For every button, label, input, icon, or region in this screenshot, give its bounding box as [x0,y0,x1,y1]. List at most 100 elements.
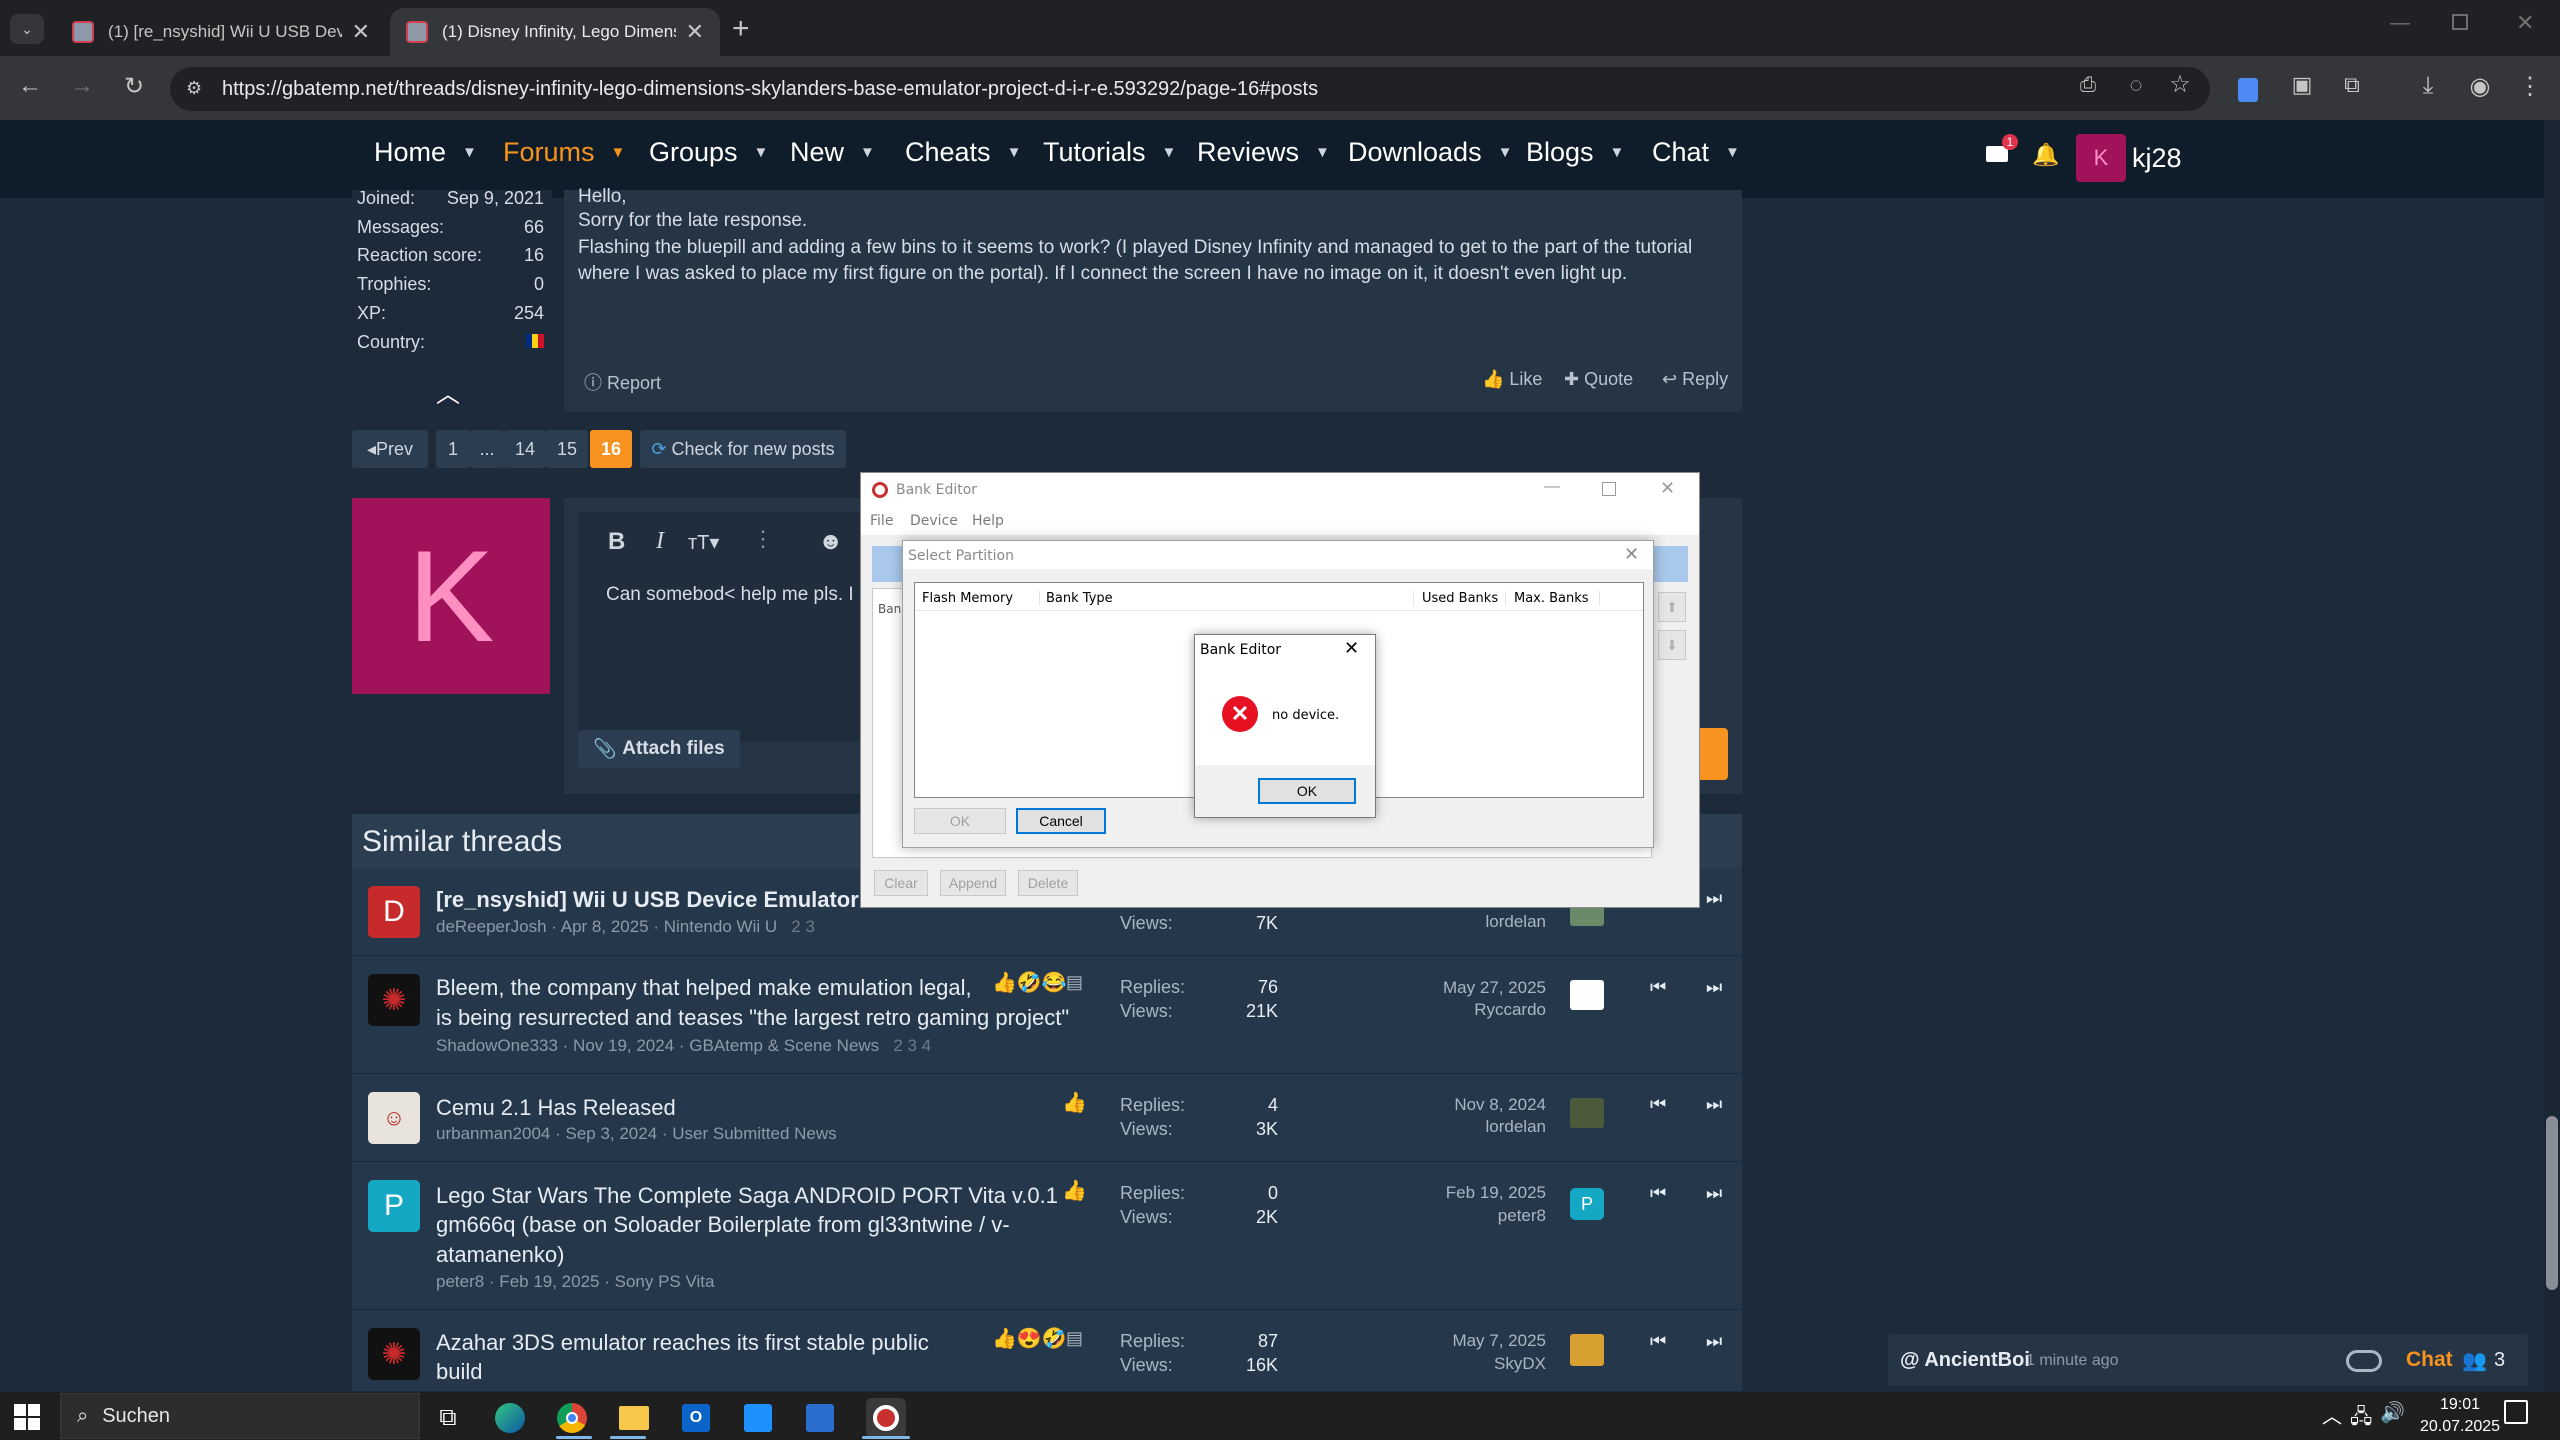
nav-home[interactable]: Home ▼ [374,137,477,168]
page-15[interactable]: 15 [546,430,588,468]
italic-icon[interactable]: I [656,528,664,555]
thread-title[interactable]: Cemu 2.1 Has Released [436,1094,676,1122]
skip-next-icon[interactable]: ⏭ [1706,977,1722,998]
thread-title-line-2[interactable]: gm666q (base on Soloader Boilerplate fro… [436,1211,1010,1239]
nav-reviews[interactable]: Reviews ▼ [1197,137,1330,168]
select-partition-titlebar[interactable] [903,541,1653,569]
volume-icon[interactable]: 🔊 [2380,1400,2405,1425]
install-app-icon[interactable]: ⎙ [2068,74,2108,97]
menu-help[interactable]: Help [972,513,1004,529]
tv-extension-icon[interactable]: ▣ [2282,72,2322,98]
extension-doc-icon[interactable] [2238,78,2258,102]
skip-next-icon[interactable]: ⏭ [1706,1094,1722,1115]
store-icon[interactable] [738,1398,778,1438]
chevron-down-icon[interactable]: ▼ [754,144,769,161]
page-16-current[interactable]: 16 [590,430,632,468]
pen-app-icon[interactable] [800,1398,840,1438]
downloads-icon[interactable]: ⤓ [2408,72,2448,100]
editor-input[interactable] [578,512,908,742]
check-new-posts-button[interactable]: ⟳ Check for new posts [640,430,846,468]
file-explorer-icon[interactable] [614,1398,654,1438]
partition-cancel-button[interactable]: Cancel [1016,808,1106,834]
close-window-icon[interactable]: ✕ [2516,10,2534,36]
column-used-banks[interactable]: Used Banks [1422,591,1506,606]
chat-label[interactable]: Chat [2406,1348,2453,1372]
minimize-window-icon[interactable]: — [2390,12,2410,35]
nav-downloads[interactable]: Downloads ▼ [1348,137,1512,168]
chevron-down-icon[interactable]: ▼ [1315,144,1330,161]
jump-first-icon[interactable]: ⏮ [1650,1331,1666,1352]
chevron-down-icon[interactable]: ▼ [1498,144,1513,161]
column-bank-type[interactable]: Bank Type [1046,591,1414,606]
scrollbar-thumb[interactable] [2546,1116,2558,1290]
chevron-down-icon[interactable]: ▼ [860,144,875,161]
taskbar-search-box[interactable]: ⌕ Suchen [60,1393,420,1439]
tab-wii-u-emulator[interactable]: (1) [re_nsyshid] Wii U USB Device E ✕ [56,8,386,56]
thread-avatar[interactable]: ✺ [368,1328,420,1380]
attach-files-button[interactable]: 📎 Attach files [578,730,740,768]
page-14[interactable]: 14 [504,430,546,468]
menu-file[interactable]: File [870,513,893,529]
chevron-down-icon[interactable]: ▼ [1007,144,1022,161]
thread-title[interactable]: Lego Star Wars The Complete Saga ANDROID… [436,1182,1071,1210]
page-1[interactable]: 1 [436,430,470,468]
close-tab-icon[interactable]: ✕ [352,19,370,45]
jump-first-icon[interactable]: ⏮ [1650,1094,1666,1115]
start-windows-icon[interactable] [14,1404,40,1430]
last-poster-avatar[interactable] [1570,980,1604,1010]
error-box-close-icon[interactable]: ✕ [1344,638,1359,659]
nav-groups[interactable]: Groups ▼ [649,137,768,168]
outlook-icon[interactable]: O [676,1398,716,1438]
nav-new[interactable]: New ▼ [790,137,875,168]
error-ok-button[interactable]: OK [1258,778,1356,804]
username[interactable]: kj28 [2132,143,2182,174]
back-icon[interactable]: ← [10,72,50,100]
browser-menu-icon[interactable]: ⋮ [2510,72,2550,101]
extensions-puzzle-icon[interactable]: ⧉ [2332,72,2372,98]
thread-avatar[interactable]: P [368,1180,420,1232]
chevron-down-icon[interactable]: ▼ [611,144,626,161]
tab-search-button[interactable]: ⌄ [10,14,44,44]
select-partition-close-icon[interactable]: ✕ [1624,544,1639,565]
last-poster-avatar[interactable] [1570,1098,1604,1128]
reply-button[interactable]: ↩ Reply [1662,369,1728,390]
text-size-icon[interactable]: тT▾ [688,530,719,555]
move-down-icon[interactable]: ⬇ [1658,630,1686,660]
column-max-banks[interactable]: Max. Banks [1514,591,1600,606]
clock-date[interactable]: 20.07.2025 [2410,1418,2510,1436]
more-options-icon[interactable]: ⋮ [752,526,774,552]
bell-icon[interactable]: 🔔 [2032,142,2059,168]
thread-last-user[interactable]: SkyDX [1326,1354,1546,1374]
site-info-icon[interactable]: ⚙ [186,78,202,99]
forward-icon[interactable]: → [62,72,102,100]
profile-icon[interactable]: ◉ [2460,72,2500,101]
thread-title[interactable]: Azahar 3DS emulator reaches its first st… [436,1329,929,1357]
nav-blogs[interactable]: Blogs ▼ [1526,137,1624,168]
skip-next-icon[interactable]: ⏭ [1706,1183,1722,1204]
thread-last-user[interactable]: lordelan [1326,1117,1547,1137]
nav-chat[interactable]: Chat ▼ [1652,137,1740,168]
jump-first-icon[interactable]: ⏮ [1650,977,1666,998]
bank-editor-maximize-icon[interactable] [1602,482,1616,496]
bank-editor-titlebar[interactable] [861,473,1699,507]
task-view-icon[interactable]: ⧉ [428,1398,468,1438]
user-avatar[interactable]: K [2076,134,2126,182]
delete-button[interactable]: Delete [1018,870,1078,896]
chat-last-user[interactable]: @ AncientBoi [1900,1349,2030,1372]
thread-title-line-2[interactable]: build [436,1358,482,1386]
clear-button[interactable]: Clear [874,870,928,896]
report-link[interactable]: ⓘ Report [584,369,661,395]
prev-page-button[interactable]: ◂ Prev [352,430,428,468]
bank-editor-close-icon[interactable]: ✕ [1660,478,1675,499]
chevron-down-icon[interactable]: ▼ [1610,144,1625,161]
tab-disney-infinity[interactable]: (1) Disney Infinity, Lego Dimension ✕ [390,8,720,56]
restore-window-icon[interactable] [2452,14,2468,30]
emoji-icon[interactable]: ☻ [818,528,843,556]
thread-last-user[interactable]: Ryccardo [1326,1000,1546,1020]
page-ellipsis[interactable]: ... [470,430,504,468]
thread-last-user[interactable]: lordelan [1326,912,1547,932]
bookmark-star-icon[interactable]: ☆ [2160,70,2200,99]
nav-forums[interactable]: Forums ▼ [503,137,625,168]
tray-overflow-chevron-icon[interactable]: ︿ [2322,1400,2342,1429]
thread-avatar[interactable]: D [368,886,420,938]
